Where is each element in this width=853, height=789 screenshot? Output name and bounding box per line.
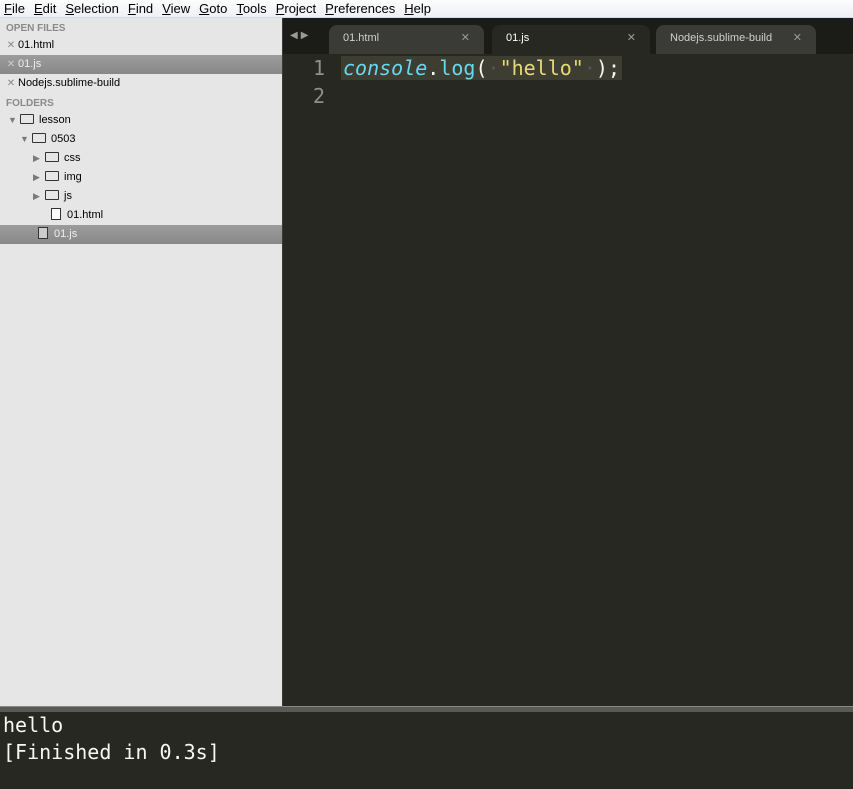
- open-file-item[interactable]: ✕ 01.js: [0, 55, 282, 74]
- menu-file[interactable]: File: [0, 0, 29, 17]
- sidebar: OPEN FILES ✕ 01.html ✕ 01.js ✕ Nodejs.subli…: [0, 18, 283, 706]
- menu-goto[interactable]: Goto: [195, 0, 231, 17]
- close-icon[interactable]: ✕: [793, 25, 802, 51]
- menu-tools[interactable]: Tools: [232, 0, 270, 17]
- folder-label: lesson: [39, 114, 71, 126]
- menu-find[interactable]: Find: [124, 0, 157, 17]
- tab-01-js[interactable]: 01.js ✕: [492, 25, 650, 54]
- tab-bar: ◀▶ 01.html ✕ 01.js ✕ Nodejs.sublime-build ✕: [283, 18, 853, 54]
- folders-heading: FOLDERS: [6, 98, 54, 109]
- build-output-panel: hello [Finished in 0.3s]: [0, 712, 853, 789]
- file-icon: [38, 227, 48, 239]
- menu-help[interactable]: Help: [400, 0, 435, 17]
- collapsed-arrow-icon[interactable]: ▶: [33, 149, 45, 168]
- tab-nodejs-build[interactable]: Nodejs.sublime-build ✕: [656, 25, 816, 54]
- folder-0503[interactable]: ▼ 0503: [0, 130, 282, 149]
- collapsed-arrow-icon[interactable]: ▶: [33, 168, 45, 187]
- file-01-html[interactable]: 01.html: [0, 206, 282, 225]
- tab-label: Nodejs.sublime-build: [670, 32, 773, 44]
- token-dot: .: [427, 56, 440, 80]
- line-number: 2: [312, 84, 325, 108]
- folder-icon: [45, 171, 59, 181]
- close-icon[interactable]: ✕: [4, 36, 18, 55]
- file-01-js[interactable]: 01.js: [0, 225, 282, 244]
- file-label: 01.html: [18, 39, 55, 51]
- tab-nav-arrows-icon[interactable]: ◀▶: [290, 30, 311, 41]
- folder-label: css: [64, 152, 81, 164]
- menu-bar: File Edit Selection Find View Goto Tools…: [0, 0, 853, 18]
- tab-label: 01.html: [343, 32, 380, 44]
- expanded-arrow-icon[interactable]: ▼: [8, 111, 20, 130]
- menu-selection[interactable]: Selection: [61, 0, 122, 17]
- menu-edit[interactable]: Edit: [30, 0, 60, 17]
- output-line: [Finished in 0.3s]: [3, 740, 220, 764]
- folder-label: 0503: [51, 133, 76, 145]
- open-file-item[interactable]: ✕ Nodejs.sublime-build: [0, 74, 282, 93]
- folder-lesson[interactable]: ▼ lesson: [0, 111, 282, 130]
- tab-label: 01.js: [506, 32, 530, 44]
- tab-01-html[interactable]: 01.html ✕: [329, 25, 484, 54]
- file-label: 01.js: [54, 228, 78, 240]
- token-paren: );: [595, 56, 620, 80]
- folder-label: js: [64, 190, 72, 202]
- code-line: console.log(·"hello"·);: [341, 56, 622, 80]
- file-icon: [51, 208, 61, 220]
- menu-project[interactable]: Project: [272, 0, 320, 17]
- folder-css[interactable]: ▶ css: [0, 149, 282, 168]
- expanded-arrow-icon[interactable]: ▼: [20, 130, 32, 149]
- menu-preferences[interactable]: Preferences: [321, 0, 399, 17]
- folder-icon: [45, 190, 59, 200]
- close-icon[interactable]: ✕: [461, 25, 470, 51]
- code-editor[interactable]: 1 2 console.log(·"hello"·);: [283, 54, 853, 706]
- token-object: console: [343, 56, 428, 80]
- close-icon[interactable]: ✕: [4, 55, 18, 74]
- token-string: "hello": [499, 56, 584, 80]
- token-paren: (: [475, 56, 488, 80]
- close-icon[interactable]: ✕: [627, 25, 636, 51]
- line-number: 1: [312, 56, 325, 80]
- folder-label: img: [64, 171, 82, 183]
- folder-img[interactable]: ▶ img: [0, 168, 282, 187]
- folder-icon: [45, 152, 59, 162]
- folder-js[interactable]: ▶ js: [0, 187, 282, 206]
- collapsed-arrow-icon[interactable]: ▶: [33, 187, 45, 206]
- file-label: 01.js: [18, 58, 42, 70]
- close-icon[interactable]: ✕: [4, 74, 18, 93]
- folder-open-icon: [32, 133, 46, 143]
- file-label: 01.html: [67, 209, 104, 221]
- file-label: Nodejs.sublime-build: [18, 77, 121, 89]
- open-file-item[interactable]: ✕ 01.html: [0, 36, 282, 55]
- token-function: log: [439, 56, 476, 80]
- folder-open-icon: [20, 114, 34, 124]
- menu-view[interactable]: View: [158, 0, 194, 17]
- open-files-heading: OPEN FILES: [6, 23, 66, 34]
- output-line: hello: [3, 713, 64, 737]
